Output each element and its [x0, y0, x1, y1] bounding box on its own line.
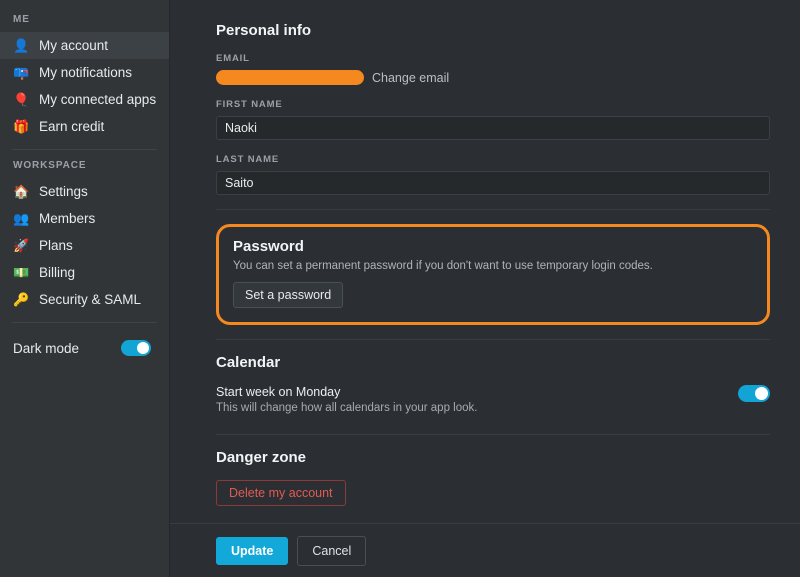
password-highlight-box: Password You can set a permanent passwor… — [216, 224, 770, 325]
password-description: You can set a permanent password if you … — [233, 260, 653, 272]
rocket-icon: 🚀 — [13, 238, 30, 253]
delete-my-account-button[interactable]: Delete my account — [216, 480, 346, 506]
sidebar-item-billing[interactable]: 💵 Billing — [0, 259, 169, 286]
calendar-title: Calendar — [216, 354, 281, 371]
dark-mode-label: Dark mode — [13, 340, 80, 356]
first-name-field-group: FIRST NAME — [216, 99, 770, 140]
update-button[interactable]: Update — [216, 536, 289, 565]
email-value-redacted — [216, 70, 364, 85]
cancel-button[interactable]: Cancel — [297, 535, 367, 566]
calendar-setting-text: Start week on Monday This will change ho… — [216, 385, 477, 414]
email-label: EMAIL — [216, 53, 250, 64]
sidebar-item-my-account[interactable]: 👤 My account — [0, 32, 169, 59]
last-name-label: LAST NAME — [216, 154, 280, 165]
toggle-knob — [755, 387, 768, 400]
sidebar-group-label-workspace: WORKSPACE — [13, 160, 87, 171]
dark-mode-toggle[interactable] — [121, 340, 151, 356]
set-a-password-button[interactable]: Set a password — [233, 282, 344, 308]
sidebar-item-my-notifications[interactable]: 📪 My notifications — [0, 59, 169, 86]
last-name-input[interactable] — [216, 171, 770, 195]
start-week-monday-label: Start week on Monday — [216, 385, 341, 399]
start-week-monday-toggle[interactable] — [738, 385, 770, 402]
section-divider-3 — [216, 434, 770, 435]
dark-mode-row[interactable]: Dark mode — [0, 333, 169, 363]
last-name-field-group: LAST NAME — [216, 154, 770, 195]
key-icon: 🔑 — [13, 292, 30, 307]
sidebar-item-label: Security & SAML — [39, 292, 142, 307]
sidebar-item-settings[interactable]: 🏠 Settings — [0, 178, 169, 205]
sidebar: ME 👤 My account 📪 My notifications 🎈 My … — [0, 0, 170, 577]
sidebar-item-label: Billing — [39, 265, 76, 280]
change-email-link[interactable]: Change email — [372, 71, 449, 85]
action-bar: Update Cancel — [170, 523, 800, 577]
people-icon: 👥 — [13, 211, 30, 226]
money-icon: 💵 — [13, 265, 30, 280]
calendar-section: Calendar Start week on Monday This will … — [216, 354, 770, 414]
sidebar-item-label: My notifications — [39, 65, 133, 80]
sidebar-item-my-connected-apps[interactable]: 🎈 My connected apps — [0, 86, 169, 113]
section-divider — [216, 209, 770, 210]
person-avatar-icon: 👤 — [13, 38, 30, 53]
password-title: Password — [233, 238, 304, 255]
sidebar-item-label: Members — [39, 211, 96, 226]
toggle-knob — [137, 342, 149, 354]
sidebar-item-label: Plans — [39, 238, 73, 253]
danger-zone-title: Danger zone — [216, 449, 307, 466]
section-divider-2 — [216, 339, 770, 340]
sidebar-divider-bottom — [12, 322, 157, 323]
mailbox-icon: 📪 — [13, 65, 30, 80]
sidebar-group-label-me: ME — [13, 14, 30, 25]
email-field-group: EMAIL Change email — [216, 53, 770, 85]
page-title: Personal info — [216, 22, 312, 39]
password-section: Password You can set a permanent passwor… — [216, 224, 770, 325]
gift-icon: 🎁 — [13, 119, 30, 134]
start-week-monday-description: This will change how all calendars in yo… — [216, 402, 478, 414]
settings-scroll-area: Personal info EMAIL Change email FIRST N… — [170, 0, 800, 523]
danger-zone-section: Danger zone Delete my account — [216, 449, 770, 506]
sidebar-item-members[interactable]: 👥 Members — [0, 205, 169, 232]
first-name-label: FIRST NAME — [216, 99, 283, 110]
sidebar-item-plans[interactable]: 🚀 Plans — [0, 232, 169, 259]
calendar-setting-row: Start week on Monday This will change ho… — [216, 385, 770, 414]
email-row: Change email — [216, 70, 770, 85]
sidebar-item-earn-credit[interactable]: 🎁 Earn credit — [0, 113, 169, 140]
account-settings-page: ME 👤 My account 📪 My notifications 🎈 My … — [0, 0, 800, 577]
sidebar-item-security-saml[interactable]: 🔑 Security & SAML — [0, 286, 169, 313]
sidebar-item-label: Earn credit — [39, 119, 105, 134]
main-content: Personal info EMAIL Change email FIRST N… — [170, 0, 800, 577]
sidebar-item-label: Settings — [39, 184, 88, 199]
house-icon: 🏠 — [13, 184, 30, 199]
sidebar-item-label: My account — [39, 38, 109, 53]
sidebar-item-label: My connected apps — [39, 92, 157, 107]
balloon-icon: 🎈 — [13, 92, 30, 107]
first-name-input[interactable] — [216, 116, 770, 140]
sidebar-divider — [12, 149, 157, 150]
